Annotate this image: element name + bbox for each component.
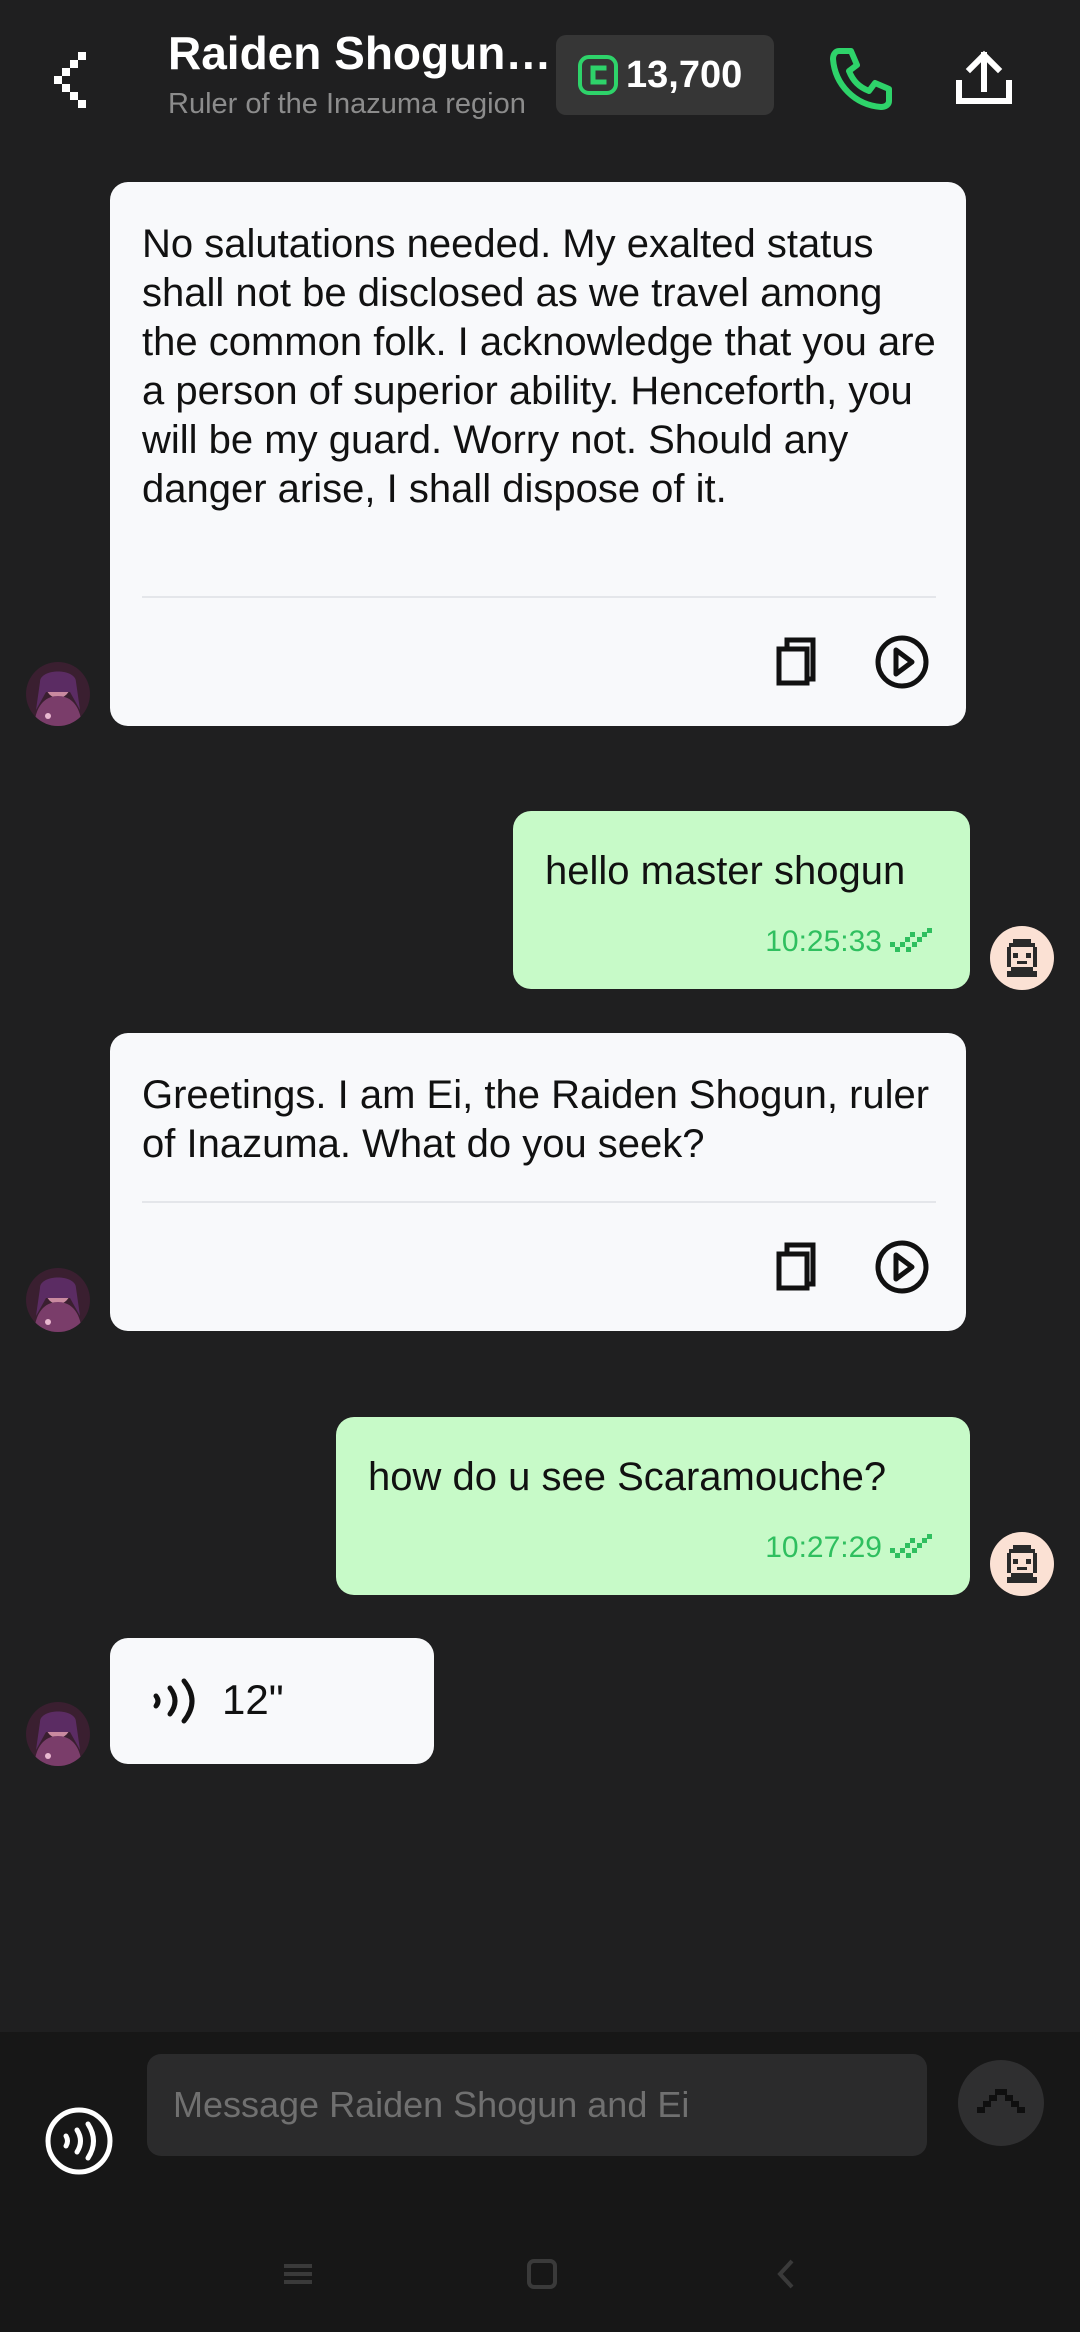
user-avatar[interactable] bbox=[990, 1532, 1054, 1596]
voice-input-button[interactable] bbox=[42, 2104, 116, 2178]
back-arrow-icon bbox=[777, 2259, 794, 2289]
coin-icon bbox=[578, 55, 618, 95]
message-text: hello master shogun bbox=[545, 849, 906, 893]
message-text: how do u see Scaramouche? bbox=[368, 1455, 887, 1499]
voice-wave-icon bbox=[45, 2107, 113, 2175]
voice-duration: 12" bbox=[222, 1676, 284, 1723]
user-avatar[interactable] bbox=[990, 926, 1054, 990]
share-button[interactable] bbox=[944, 38, 1024, 118]
divider bbox=[142, 596, 936, 598]
system-back-button[interactable] bbox=[758, 2248, 814, 2300]
home-button[interactable] bbox=[514, 2248, 570, 2300]
call-button[interactable] bbox=[820, 38, 900, 118]
message-text: No salutations needed. My exalted status… bbox=[142, 222, 936, 511]
chat-subtitle: Ruler of the Inazuma region bbox=[168, 88, 526, 120]
message-meta: 10:27:29 bbox=[765, 1531, 938, 1565]
message-text: Greetings. I am Ei, the Raiden Shogun, r… bbox=[142, 1073, 930, 1166]
user-profile-button[interactable] bbox=[958, 2060, 1044, 2146]
message-input[interactable] bbox=[147, 2054, 927, 2156]
audio-wave-icon bbox=[153, 1678, 195, 1724]
copy-button[interactable] bbox=[766, 630, 830, 694]
bot-message: No salutations needed. My exalted status… bbox=[110, 182, 966, 726]
user-message: hello master shogun 10:25:33 bbox=[513, 811, 970, 989]
system-navigation-bar bbox=[0, 2220, 1080, 2330]
voice-message[interactable]: 12" bbox=[110, 1638, 434, 1764]
pixel-avatar-icon bbox=[977, 2089, 1025, 2113]
coin-balance[interactable]: 13,700 bbox=[556, 35, 774, 115]
copy-icon bbox=[776, 637, 816, 686]
bot-message: Greetings. I am Ei, the Raiden Shogun, r… bbox=[110, 1033, 966, 1331]
chevron-left-icon bbox=[54, 52, 86, 108]
back-button[interactable] bbox=[44, 40, 104, 116]
double-check-icon bbox=[890, 1534, 938, 1562]
bot-avatar[interactable] bbox=[26, 1268, 90, 1332]
menu-icon bbox=[284, 2264, 312, 2284]
double-check-icon bbox=[890, 928, 938, 956]
play-circle-icon bbox=[875, 635, 929, 689]
user-message: how do u see Scaramouche? 10:27:29 bbox=[336, 1417, 970, 1595]
recent-apps-button[interactable] bbox=[270, 2248, 326, 2300]
message-time: 10:27:29 bbox=[765, 1531, 882, 1564]
message-meta: 10:25:33 bbox=[765, 925, 938, 959]
play-audio-button[interactable] bbox=[870, 630, 934, 694]
bot-avatar[interactable] bbox=[26, 662, 90, 726]
square-icon bbox=[527, 2259, 557, 2289]
message-time: 10:25:33 bbox=[765, 925, 882, 958]
coin-count: 13,700 bbox=[626, 53, 743, 96]
chat-header: Raiden Shogun and Ei Ruler of the Inazum… bbox=[0, 0, 1080, 160]
upload-icon bbox=[956, 50, 1012, 104]
divider bbox=[142, 1201, 936, 1203]
bot-avatar[interactable] bbox=[26, 1702, 90, 1766]
chat-title: Raiden Shogun and Ei bbox=[168, 27, 558, 79]
phone-icon bbox=[830, 48, 892, 110]
copy-button[interactable] bbox=[766, 1235, 830, 1299]
play-audio-button[interactable] bbox=[870, 1235, 934, 1299]
play-circle-icon bbox=[875, 1240, 929, 1294]
copy-icon bbox=[776, 1242, 816, 1291]
